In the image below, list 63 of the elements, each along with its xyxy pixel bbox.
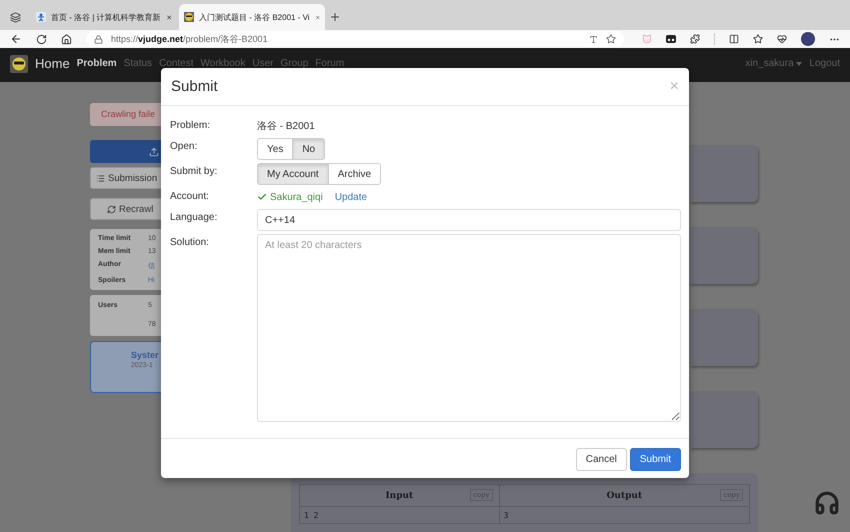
puzzle-icon[interactable] (690, 34, 700, 44)
field-label: Problem: (170, 119, 212, 133)
content-card (690, 227, 758, 284)
field-label: Submit by: (170, 165, 218, 179)
favorites-icon[interactable] (753, 34, 763, 44)
reload-icon[interactable] (36, 34, 47, 44)
browser-tab[interactable]: 首页 - 洛谷 | 计算机科学教育新 (31, 4, 177, 30)
close-icon[interactable] (166, 12, 172, 22)
extension-icon[interactable] (666, 34, 676, 44)
error-alert: Crawling faile (90, 103, 161, 126)
split-screen-icon[interactable] (729, 34, 739, 44)
dialog-title: Submit (171, 78, 219, 95)
list-icon (96, 174, 105, 182)
toggle-option[interactable]: Archive (328, 163, 382, 185)
read-aloud-icon[interactable] (589, 34, 598, 44)
submit-button[interactable]: Submit (630, 448, 681, 471)
caret-icon (796, 62, 802, 66)
table-cell: 1 2 (300, 506, 500, 524)
check-icon (257, 192, 267, 202)
browser-tab[interactable]: 入门测试题目 - 洛谷 B2001 - Vi (179, 4, 325, 30)
url-text: https://vjudge.net/problem/洛谷-B2001 (111, 32, 268, 46)
language-field[interactable]: C++14 (257, 209, 681, 231)
refresh-icon (107, 204, 116, 214)
content-card (690, 309, 758, 366)
home-icon[interactable] (61, 34, 72, 44)
toggle-option[interactable]: My Account (257, 163, 329, 185)
nav-link[interactable]: Status (124, 55, 152, 73)
toggle-option[interactable]: Yes (257, 138, 294, 160)
field-label: Account: (170, 190, 210, 204)
field-label: Language: (170, 211, 218, 225)
nav-link[interactable]: Problem (76, 55, 117, 73)
tab-title: 入门测试题目 - 洛谷 B2001 - Vi (199, 12, 310, 22)
profile-avatar[interactable] (801, 32, 815, 46)
toggle-option[interactable]: No (292, 138, 326, 160)
tab-title: 首页 - 洛谷 | 计算机科学教育新 (51, 12, 161, 22)
solution-field[interactable]: At least 20 characters (257, 234, 681, 422)
content-card (690, 145, 758, 202)
home-link[interactable]: Home (35, 55, 70, 73)
headphones-icon[interactable] (814, 490, 840, 516)
submissions-button[interactable]: Submission (90, 167, 161, 189)
column-title: Input (385, 490, 414, 500)
column-title: Output (606, 490, 642, 500)
update-link[interactable]: Update (334, 192, 368, 202)
account-name: Sakura_qiqi (257, 192, 323, 202)
field-label: Open: (170, 140, 198, 154)
problem-value: 洛谷 - B2001 (257, 120, 316, 133)
logo-icon[interactable] (10, 55, 28, 73)
back-icon[interactable] (10, 33, 22, 45)
cancel-button[interactable]: Cancel (576, 448, 627, 471)
field-label: Solution: (170, 236, 210, 250)
emoji-icon (184, 12, 194, 22)
user-menu[interactable]: xin_sakura (745, 55, 802, 73)
upload-icon (149, 146, 159, 156)
star-icon[interactable] (606, 34, 616, 44)
content-card (690, 391, 758, 448)
figure-icon (36, 12, 46, 22)
address-bar[interactable]: https://vjudge.net/problem/洛谷-B2001 (86, 31, 624, 47)
logout-link[interactable]: Logout (809, 55, 840, 73)
recrawl-button[interactable]: Recrawl (90, 198, 161, 220)
system-title: Syster (131, 350, 160, 360)
lock-icon (94, 34, 103, 44)
table-cell: 3 (499, 506, 750, 524)
health-icon[interactable] (777, 34, 787, 44)
